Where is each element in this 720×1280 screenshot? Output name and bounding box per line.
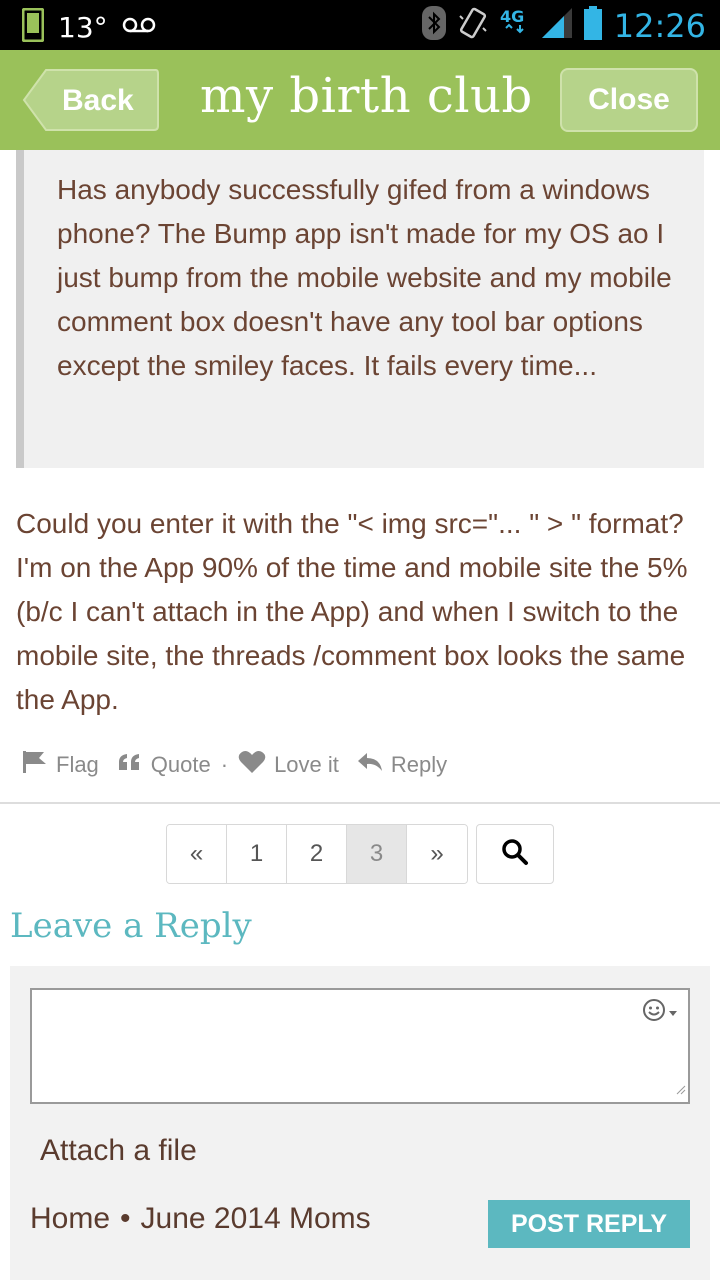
flag-icon [22, 750, 48, 780]
quote-icon [117, 752, 143, 778]
smiley-icon [642, 998, 666, 1027]
phone-icon [21, 7, 45, 47]
status-bar: 13° 4G 12:26 [0, 0, 720, 50]
breadcrumb-separator: • [120, 1202, 131, 1235]
post-body: Could you enter it with the "< img src="… [16, 508, 688, 715]
reply-textarea[interactable] [30, 988, 690, 1104]
breadcrumb-home[interactable]: Home [30, 1202, 110, 1236]
signal-icon [541, 8, 572, 43]
flag-label: Flag [56, 752, 99, 777]
svg-text:4G: 4G [500, 7, 524, 26]
app-header: Back my birth club Close [0, 50, 720, 150]
breadcrumb-group[interactable]: June 2014 Moms [141, 1202, 371, 1236]
resize-handle-icon[interactable] [674, 1082, 686, 1100]
app-title: my birth club [200, 68, 533, 124]
love-action[interactable]: Love it [238, 750, 339, 780]
reply-form: Attach a file Home • June 2014 Moms POST… [10, 966, 710, 1280]
temperature: 13° [58, 11, 108, 44]
network-4g-icon: 4G [500, 6, 530, 45]
bluetooth-icon [421, 6, 446, 45]
quoted-message: Has anybody successfully gifed from a wi… [16, 150, 704, 468]
breadcrumb: Home • June 2014 Moms [30, 1202, 371, 1236]
page-3-button[interactable]: 3 [347, 825, 407, 883]
back-button[interactable]: Back [22, 68, 160, 132]
quoted-message-text: Has anybody successfully gifed from a wi… [57, 174, 672, 381]
heart-icon [238, 750, 266, 780]
page-next-button[interactable]: » [407, 825, 467, 883]
attach-file-link[interactable]: Attach a file [40, 1134, 197, 1168]
reply-label: Reply [390, 752, 448, 777]
clock: 12:26 [613, 6, 706, 45]
reply-icon [357, 751, 383, 779]
back-button-label: Back [62, 84, 134, 117]
close-button-label: Close [588, 83, 670, 116]
voicemail-icon [122, 16, 156, 39]
quote-action[interactable]: Quote [117, 752, 211, 778]
divider [0, 802, 720, 804]
reply-action[interactable]: Reply [357, 751, 447, 779]
vibrate-icon [458, 6, 488, 45]
search-icon [501, 838, 529, 871]
page-prev-button[interactable]: « [167, 825, 227, 883]
reply-heading: Leave a Reply [10, 906, 252, 946]
post-actions: Flag Quote · Love it Reply [22, 750, 465, 780]
pagination: « 1 2 3 » [166, 824, 468, 884]
close-button[interactable]: Close [560, 68, 698, 132]
page-1-button[interactable]: 1 [227, 825, 287, 883]
flag-action[interactable]: Flag [22, 750, 99, 780]
chevron-down-icon [668, 1004, 678, 1022]
quote-label: Quote [150, 752, 211, 777]
emoji-picker-button[interactable] [642, 998, 678, 1027]
search-button[interactable] [476, 824, 554, 884]
page-2-button[interactable]: 2 [287, 825, 347, 883]
love-label: Love it [274, 752, 339, 777]
post-reply-button[interactable]: POST REPLY [488, 1200, 690, 1248]
action-separator: · [220, 752, 229, 777]
battery-icon [583, 6, 602, 45]
